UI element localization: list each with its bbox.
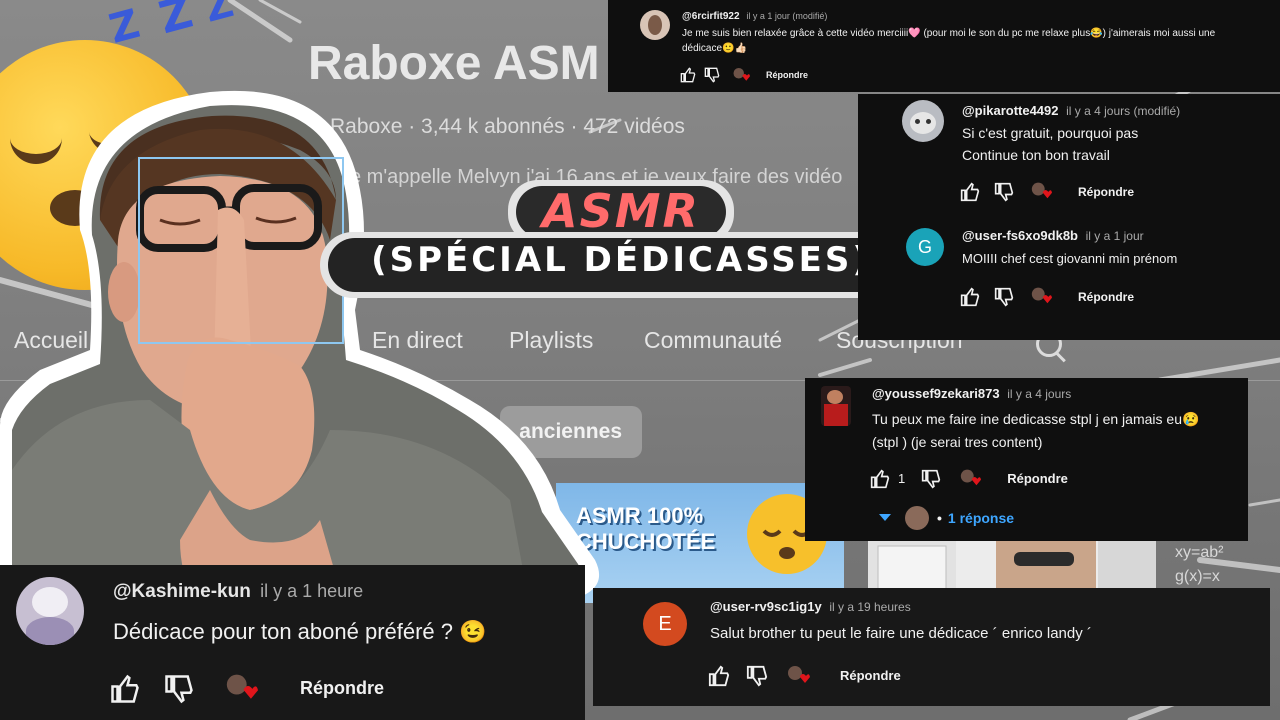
like-icon[interactable] [110, 674, 140, 704]
creator-heart-icon [732, 66, 750, 84]
title-asmr: ASMR [542, 184, 700, 238]
dislike-icon[interactable] [746, 665, 768, 687]
dislike-icon[interactable] [994, 182, 1014, 202]
caret-down-icon [879, 514, 891, 521]
avatar[interactable] [821, 386, 851, 426]
dislike-icon[interactable] [994, 287, 1014, 307]
like-icon[interactable] [960, 181, 980, 202]
creator-heart-icon [786, 663, 810, 688]
avatar[interactable]: G [906, 228, 944, 266]
comment-text: dédicace🙂👍🏻 [682, 43, 747, 54]
creator-heart-icon [224, 671, 258, 706]
comment-author[interactable]: @pikarotte4492 il y a 4 jours (modifié) [962, 103, 1180, 118]
creator-heart-icon [959, 467, 982, 490]
comment-actions: Répondre [680, 66, 808, 84]
reply-button[interactable]: Répondre [300, 678, 384, 699]
thumbnail-formula: xy=ab² g(x)=x [1175, 544, 1224, 585]
face-detection-box [138, 157, 344, 344]
comment-author[interactable]: @youssef9zekari873 il y a 4 jours [872, 386, 1071, 401]
dislike-icon[interactable] [164, 674, 194, 704]
reply-button[interactable]: Répondre [840, 668, 901, 683]
comment-author[interactable]: @user-fs6xo9dk8b il y a 1 jour [962, 228, 1144, 243]
like-icon[interactable] [708, 665, 730, 687]
comment-actions: Répondre [960, 180, 1134, 203]
creator-heart-icon [1030, 285, 1052, 308]
comment-text: Salut brother tu peut le faire une dédic… [710, 625, 1092, 642]
like-count: 1 [898, 471, 906, 486]
comment-card: @Kashime-kun il y a 1 heure Dédicace pou… [0, 565, 585, 720]
avatar[interactable] [16, 577, 84, 645]
comment-card: @pikarotte4492 il y a 4 jours (modifié) … [858, 94, 1280, 340]
avatar[interactable]: E [643, 602, 687, 646]
view-replies-button[interactable]: • 1 réponse [879, 506, 1014, 530]
comment-card: @youssef9zekari873 il y a 4 jours Tu peu… [805, 378, 1248, 541]
title-special-dedicasses: (SPÉCIAL DÉDICASSES) [371, 240, 871, 280]
like-icon[interactable] [870, 468, 890, 489]
comment-author[interactable]: @user-rv9sc1ig1y il y a 19 heures [710, 599, 911, 614]
comment-author[interactable]: @6rcirfit922 il y a 1 jour (modifié) [682, 11, 827, 22]
comment-actions: Répondre [110, 671, 384, 706]
comment-text: MOIIII chef cest giovanni min prénom [962, 251, 1178, 266]
dislike-icon[interactable] [704, 67, 720, 83]
comment-card: @6rcirfit922 il y a 1 jour (modifié) Je … [608, 0, 1280, 92]
avatar [905, 506, 929, 530]
comment-text: Si c'est gratuit, pourquoi pas [962, 125, 1139, 141]
comment-text: Tu peux me faire ine dedicasse stpl j en… [872, 411, 1200, 427]
avatar[interactable] [640, 10, 670, 40]
comment-text: Continue ton bon travail [962, 147, 1110, 163]
comment-author[interactable]: @Kashime-kun il y a 1 heure [113, 581, 363, 603]
comment-card: E @user-rv9sc1ig1y il y a 19 heures Salu… [593, 588, 1270, 706]
comment-text: Je me suis bien relaxée grâce à cette vi… [682, 28, 1216, 39]
creator-heart-icon [1030, 180, 1052, 203]
avatar[interactable] [902, 100, 944, 142]
comment-actions: Répondre [960, 285, 1134, 308]
like-icon[interactable] [680, 67, 696, 83]
tab-communaute[interactable]: Communauté [644, 327, 782, 354]
comment-text: Dédicace pour ton aboné préféré ? 😉 [113, 619, 487, 644]
like-icon[interactable] [960, 286, 980, 307]
comment-text: (stpl ) (je serai tres content) [872, 434, 1043, 450]
reply-button[interactable]: Répondre [1007, 471, 1068, 486]
dislike-icon[interactable] [921, 469, 941, 489]
comment-actions: 1 Répondre [870, 467, 1068, 490]
reply-button[interactable]: Répondre [1078, 185, 1134, 199]
comment-actions: Répondre [708, 663, 901, 688]
reply-button[interactable]: Répondre [1078, 290, 1134, 304]
reply-button[interactable]: Répondre [766, 70, 808, 80]
